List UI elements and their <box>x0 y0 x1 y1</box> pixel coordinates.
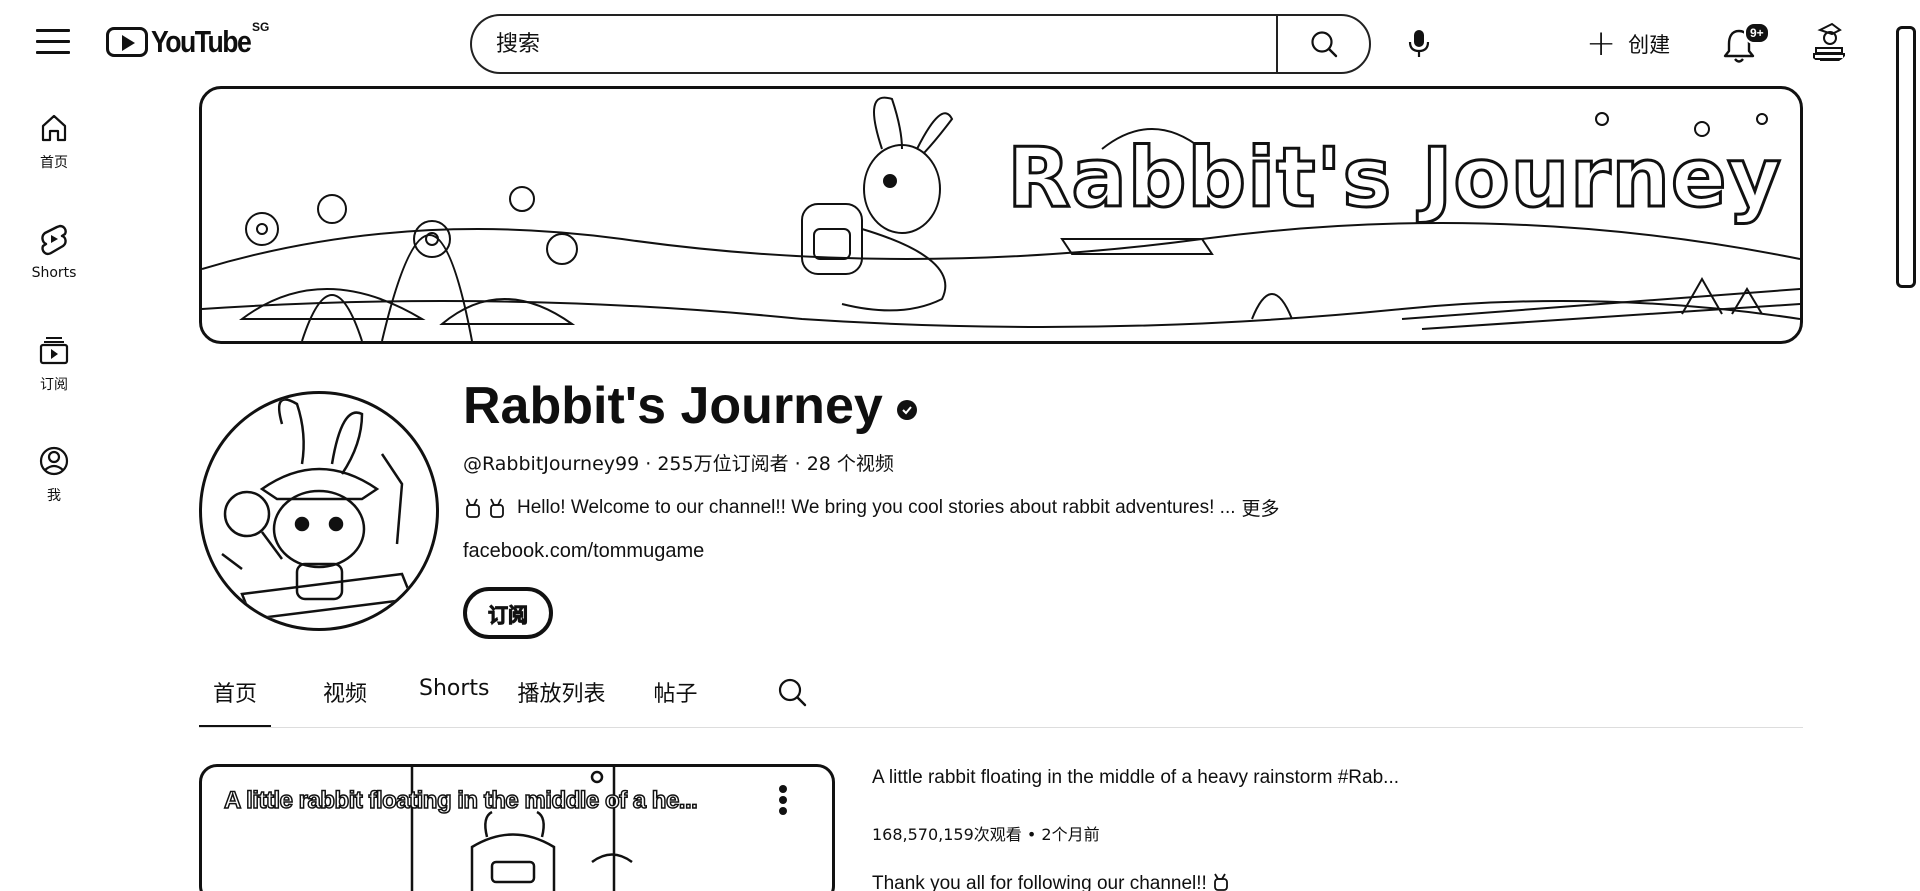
avatar-illustration-icon <box>1813 22 1845 61</box>
search-icon <box>1310 31 1337 58</box>
rabbit-emoji-icon <box>1214 873 1228 891</box>
home-icon <box>41 114 67 142</box>
sidebar-item-shorts[interactable]: Shorts <box>0 197 108 308</box>
create-label: 创建 <box>1628 33 1671 57</box>
account-avatar[interactable] <box>1806 20 1850 64</box>
view-count: 168,570,159次观看 <box>872 825 1022 844</box>
more-link[interactable]: 更多 <box>1242 494 1280 521</box>
sidebar-item-label: 首页 <box>40 155 68 171</box>
profile-icon <box>39 446 69 476</box>
featured-video-thumbnail[interactable]: A little rabbit floating in the middle o… <box>199 764 835 891</box>
sidebar-item-home[interactable]: 首页 <box>0 86 108 197</box>
tab-posts[interactable]: 帖子 <box>654 668 698 728</box>
search-box <box>470 14 1276 74</box>
sidebar-item-label: 订阅 <box>40 377 68 393</box>
masthead: YouTube SG + 创建 9+ <box>0 0 1920 86</box>
region-code: SG <box>252 20 270 34</box>
channel-name-text: Rabbit's Journey <box>463 377 883 435</box>
channel-external-link[interactable]: facebook.com/tommugame <box>463 540 704 563</box>
search-input[interactable] <box>496 31 1276 57</box>
meta-separator: · <box>788 453 807 475</box>
tab-videos[interactable]: 视频 <box>319 668 371 728</box>
rabbit-emoji-icon <box>466 498 504 518</box>
description-text: Thank you all for following our channel!… <box>872 873 1207 891</box>
create-button[interactable]: + 创建 <box>1586 24 1670 64</box>
youtube-logo[interactable]: YouTube SG <box>106 20 270 62</box>
sidebar-item-subscriptions[interactable]: 订阅 <box>0 308 108 419</box>
shorts-icon <box>41 224 67 256</box>
banner-title: Rabbit's Journey <box>1006 130 1783 228</box>
sidebar-item-label: 我 <box>47 488 61 504</box>
tab-shorts[interactable]: Shorts <box>419 668 490 728</box>
featured-video-title[interactable]: A little rabbit floating in the middle o… <box>872 767 1399 789</box>
logo-text: YouTube <box>151 24 252 59</box>
search-bar <box>470 14 1371 74</box>
upload-age: 2个月前 <box>1041 825 1100 844</box>
microphone-icon <box>1408 30 1430 57</box>
featured-video-description: Thank you all for following our channel!… <box>872 872 1232 891</box>
sidebar-item-label: Shorts <box>31 265 77 281</box>
thumbnail-title: A little rabbit floating in the middle o… <box>223 786 698 815</box>
sidebar-item-you[interactable]: 我 <box>0 419 108 530</box>
channel-avatar[interactable] <box>199 391 439 631</box>
channel-name: Rabbit's Journey <box>463 376 917 436</box>
tab-playlists[interactable]: 播放列表 <box>518 668 606 728</box>
menu-icon[interactable] <box>36 29 70 57</box>
channel-handle: @RabbitJourney99 <box>463 453 640 475</box>
page-scrollbar-thumb[interactable] <box>1896 26 1916 288</box>
search-button[interactable] <box>1276 14 1371 74</box>
notifications-button[interactable]: 9+ <box>1722 22 1770 64</box>
youtube-play-icon <box>106 27 148 57</box>
plus-icon: + <box>1586 23 1617 64</box>
rabbit-avatar-icon <box>221 398 414 621</box>
video-count: 28 个视频 <box>806 453 894 475</box>
description-text: Hello! Welcome to our channel!! We bring… <box>517 496 1236 518</box>
tabs-divider <box>199 727 1803 728</box>
featured-video-meta: 168,570,159次观看 • 2个月前 <box>872 821 1100 845</box>
tab-home[interactable]: 首页 <box>199 668 271 728</box>
subscribe-button[interactable]: 订阅 <box>463 587 553 639</box>
channel-search-button[interactable] <box>776 676 808 713</box>
channel-tabs: 首页 视频 Shorts 播放列表 帖子 <box>199 668 698 728</box>
meta-separator: · <box>639 453 658 475</box>
meta-separator: • <box>1021 825 1042 844</box>
channel-meta: @RabbitJourney99 · 255万位订阅者 · 28 个视频 <box>463 449 894 476</box>
search-icon <box>778 678 807 707</box>
channel-banner: Rabbit's Journey <box>199 86 1803 344</box>
subscriber-count: 255万位订阅者 <box>657 453 789 475</box>
channel-description[interactable]: Hello! Welcome to our channel!! We bring… <box>463 494 1280 521</box>
subscriptions-icon <box>39 337 69 365</box>
voice-search-button[interactable] <box>1402 26 1436 60</box>
notification-badge: 9+ <box>1744 22 1770 44</box>
verified-badge-icon <box>896 400 917 420</box>
more-actions-icon[interactable] <box>776 785 790 815</box>
thumbnail-illustration <box>410 767 633 891</box>
guide-sidebar: 首页 Shorts 订阅 我 <box>0 86 108 530</box>
